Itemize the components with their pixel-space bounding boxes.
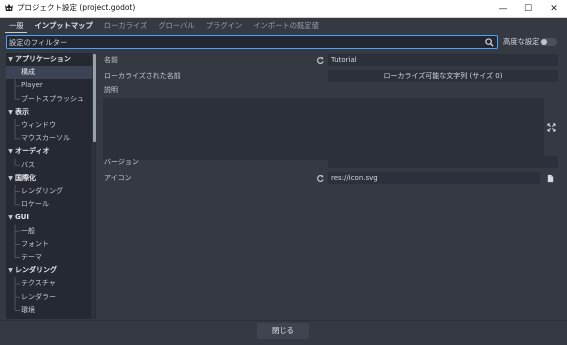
tree-label: ブートスプラッシュ [21,94,84,103]
expand-icon[interactable] [547,123,556,132]
tree-item[interactable]: ロケール [6,198,92,211]
property-label-icon: アイコン [104,174,132,182]
tree-section[interactable]: ▼ アプリケーション [6,53,90,66]
tree-label: バス [21,160,35,169]
expand-arrow-icon[interactable]: ▼ [6,264,15,277]
property-label-version: バージョン [104,158,139,166]
expand-arrow-icon[interactable]: ▼ [6,172,15,185]
tree-label: Player [21,81,43,90]
title-bar: プロジェクト設定 (project.godot) — ☐ ✕ [0,0,567,18]
tree-item[interactable]: フォント [6,238,92,251]
tree-section[interactable]: ▼ 国際化 [6,172,90,185]
tree-scrollbar-thumb[interactable] [93,54,96,142]
section-tree: ▼ アプリケーション 構成 Player ブートスプラッシュ ▼ 表示 ウィンドウ マウスカーソ… [6,53,92,319]
tree-label: マウスカーソル [21,134,70,143]
property-inspector: 名前 Tutorial ローカライズされた名前 ローカライズ可能な文字列 (サイ… [99,53,560,319]
expand-arrow-icon[interactable]: ▼ [6,211,15,224]
tree-item[interactable]: バス [6,159,92,172]
tree-label: GUI [15,213,30,222]
expand-arrow-icon[interactable]: ▼ [6,53,15,66]
close-window-button[interactable]: ✕ [542,0,566,17]
maximize-button[interactable]: ☐ [516,0,540,17]
name-value-field[interactable]: Tutorial [328,54,558,66]
tree-section[interactable]: ▼ GUI [6,211,90,224]
tree-label: 表示 [15,107,29,116]
revert-icon[interactable] [316,56,325,65]
tree-item[interactable]: ウィンドウ [6,119,92,132]
property-label-localized-name: ローカライズされた名前 [104,72,181,80]
search-row: 高度な設定 [0,35,567,50]
settings-tabs: 一般 インプットマップ ローカライズ グローバル プラグイン インポートの既定値 [5,19,326,33]
toggle-knob [541,39,547,45]
tree-item[interactable]: Player [6,79,92,92]
tree-section[interactable]: ▼ オーディオ [6,145,90,158]
filter-field[interactable] [6,35,498,49]
tree-label: ロケール [21,200,49,209]
expand-arrow-icon[interactable]: ▼ [6,145,15,158]
tree-section[interactable]: ▼ 表示 [6,106,90,119]
active-tab-indicator [5,32,27,33]
tree-item[interactable]: 構成 [6,66,92,80]
minimize-icon: — [498,3,508,14]
advanced-settings-label: 高度な設定 [503,37,540,46]
tree-label: レンダリング [15,266,57,275]
tree-item[interactable]: レンダリング [6,185,92,198]
tab-2[interactable]: ローカライズ [100,19,152,33]
tree-label: ウィンドウ [21,121,56,129]
icon-path-field[interactable]: res://icon.svg [328,172,540,184]
tab-0[interactable]: 一般 [5,19,28,33]
tree-label: 環境 [21,305,35,314]
minimize-button[interactable]: — [491,0,515,17]
tree-label: レンダリング [21,187,63,195]
tree-label: フォント [21,239,49,248]
tree-label: テクスチャ [21,279,56,288]
tree-section[interactable]: ▼ レンダリング [6,264,90,277]
tree-label: アプリケーション [15,55,71,63]
tree-label: 構成 [21,68,35,77]
tree-item[interactable]: ブートスプラッシュ [6,93,92,106]
property-row-icon: アイコン res://icon.svg [99,172,560,184]
maximize-icon: ☐ [523,3,533,14]
property-row-version: バージョン [99,156,560,168]
tree-label: オーディオ [15,147,50,156]
tree-scrollbar[interactable] [93,54,96,319]
tree-label: レンダラー [21,292,56,301]
tab-1[interactable]: インプットマップ [31,19,97,33]
revert-icon[interactable] [316,174,325,183]
file-browse-icon[interactable] [546,174,555,183]
tab-5[interactable]: インポートの既定値 [249,19,323,33]
tree-item[interactable]: マウスカーソル [6,132,92,145]
expand-arrow-icon[interactable]: ▼ [6,106,15,119]
tree-label: 国際化 [15,173,36,182]
window-title: プロジェクト設定 (project.godot) [17,3,136,12]
tab-4[interactable]: プラグイン [202,19,246,33]
description-text-area[interactable] [103,98,544,160]
tree-item[interactable]: テーマ [6,251,92,264]
project-settings-window: プロジェクト設定 (project.godot) — ☐ ✕ 一般 インプットマッ… [0,0,567,345]
filter-input[interactable] [9,36,479,48]
tree-item[interactable]: 環境 [6,304,92,317]
tab-3[interactable]: グローバル [154,19,198,33]
property-label-description: 説明 [104,86,118,94]
localized-name-value-button[interactable]: ローカライズ可能な文字列 (サイズ 0) [328,70,558,82]
godot-logo-icon [5,4,13,11]
property-row-name: 名前 Tutorial [99,54,560,66]
tree-item[interactable]: レンダラー [6,291,92,304]
advanced-settings-toggle[interactable] [540,38,557,46]
version-value-field[interactable] [328,156,558,168]
property-row-localized-name: ローカライズされた名前 ローカライズ可能な文字列 (サイズ 0) [99,70,560,82]
property-label-name: 名前 [104,56,118,64]
tree-label: テーマ [21,253,42,261]
search-icon [485,38,494,47]
close-button[interactable]: 閉じる [257,323,309,339]
tree-item[interactable]: 一般 [6,225,92,238]
tree-item[interactable]: テクスチャ [6,277,92,290]
tree-label: 一般 [21,226,35,235]
footer-divider [0,320,567,321]
close-icon: ✕ [550,3,558,14]
